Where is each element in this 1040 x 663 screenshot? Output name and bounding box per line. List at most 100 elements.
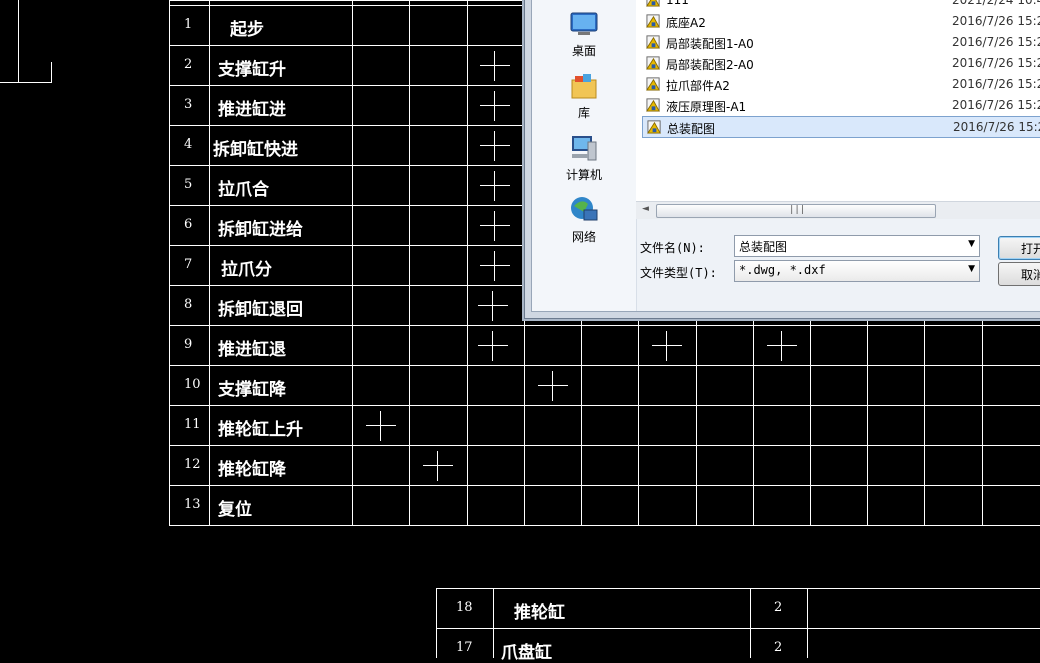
step-number: 13: [184, 497, 201, 512]
dwg-file-icon: [647, 119, 662, 134]
step-number: 12: [184, 457, 201, 472]
file-date: 2016/7/26 15:22: [952, 35, 1040, 49]
file-row[interactable]: 液压原理图-A1 2016/7/26 15:22: [642, 95, 1040, 115]
dwg-file-icon: [646, 76, 661, 91]
dwg-file-icon: [646, 0, 661, 7]
step-number: 3: [184, 97, 193, 112]
cross-mark: [480, 171, 510, 201]
open-button[interactable]: 打开: [998, 236, 1040, 260]
step-number: 5: [184, 177, 193, 192]
step-label: 复位: [218, 500, 252, 520]
part-quantity: 2: [774, 600, 783, 615]
horizontal-scrollbar[interactable]: ◄ |||: [636, 201, 1040, 219]
desktop-icon: [568, 8, 600, 40]
place-desktop[interactable]: 桌面: [532, 8, 636, 59]
place-label: 网络: [571, 230, 596, 244]
part-name: 爪盘缸: [501, 643, 552, 663]
table-column-line: [493, 588, 494, 658]
step-number: 1: [184, 17, 193, 32]
computer-icon: [568, 132, 600, 164]
dialog-body: 桌面库计算机网络 111 2021/2/24 10:49 底座A2 2016/7/26…: [531, 0, 1040, 312]
file-row[interactable]: 111 2021/2/24 10:49: [642, 0, 1040, 10]
place-library[interactable]: 库: [532, 70, 636, 121]
table-column-line: [750, 588, 751, 658]
network-icon: [568, 194, 600, 226]
file-list: 1112021/2/24 10:49底座A22016/7/26 15:22局部装…: [636, 0, 1040, 204]
scrollbar-thumb[interactable]: |||: [656, 204, 936, 218]
filetype-label: 文件类型(T):: [640, 266, 717, 280]
step-number: 8: [184, 297, 193, 312]
step-label: 支撑缸升: [218, 60, 286, 80]
place-network[interactable]: 网络: [532, 194, 636, 245]
cross-mark: [652, 331, 682, 361]
step-label: 支撑缸降: [218, 380, 286, 400]
dwg-file-icon: [646, 55, 661, 70]
step-label: 推轮缸上升: [218, 420, 303, 440]
part-number: 17: [456, 640, 473, 655]
filename-combobox[interactable]: 总装配图 ▼: [734, 235, 980, 257]
filename-label: 文件名(N):: [640, 241, 705, 255]
filename-value: 总装配图: [739, 240, 788, 254]
file-row[interactable]: 局部装配图1-A0 2016/7/26 15:22: [642, 32, 1040, 52]
file-date: 2016/7/26 15:22: [952, 98, 1040, 112]
file-date: 2016/7/26 15:22: [952, 14, 1040, 28]
cancel-button-label: 取消: [1021, 268, 1040, 282]
file-row[interactable]: 拉爪部件A2 2016/7/26 15:22: [642, 74, 1040, 94]
step-number: 4: [184, 137, 193, 152]
cross-mark: [366, 411, 396, 441]
file-date: 2016/7/26 15:22: [952, 77, 1040, 91]
library-icon: [568, 70, 600, 102]
file-date: 2016/7/26 15:22: [953, 120, 1040, 134]
cross-mark: [480, 211, 510, 241]
file-row[interactable]: 总装配图 2016/7/26 15:22: [642, 116, 1040, 138]
step-number: 2: [184, 57, 193, 72]
cad-line: [18, 0, 19, 82]
step-label: 推进缸退: [218, 340, 286, 360]
cross-mark: [478, 331, 508, 361]
place-label: 库: [577, 106, 590, 120]
table-row-line: [169, 445, 1040, 446]
step-number: 11: [184, 417, 201, 432]
table-row-line: [436, 588, 1040, 589]
table-row-line: [169, 525, 1040, 526]
cad-line: [0, 82, 52, 83]
cross-mark: [767, 331, 797, 361]
file-name: 底座A2: [666, 16, 706, 30]
file-row[interactable]: 底座A2 2016/7/26 15:22: [642, 11, 1040, 31]
table-column-line: [409, 0, 410, 526]
cancel-button[interactable]: 取消: [998, 262, 1040, 286]
step-number: 6: [184, 217, 193, 232]
step-label: 拉爪合: [218, 180, 269, 200]
part-name: 推轮缸: [514, 603, 565, 623]
file-name: 拉爪部件A2: [666, 79, 730, 93]
table-row-line: [169, 405, 1040, 406]
step-label: 拆卸缸进给: [218, 220, 303, 240]
place-label: 计算机: [565, 168, 602, 182]
part-number: 18: [456, 600, 473, 615]
table-column-line: [807, 588, 808, 658]
place-computer[interactable]: 计算机: [532, 132, 636, 183]
chevron-down-icon[interactable]: ▼: [968, 239, 975, 249]
cross-mark: [480, 131, 510, 161]
step-label: 推进缸进: [218, 100, 286, 120]
step-label: 起步: [230, 20, 264, 40]
places-bar: 桌面库计算机 网络: [532, 0, 637, 311]
cad-line: [51, 62, 52, 83]
cross-mark: [480, 251, 510, 281]
open-button-label: 打开: [1021, 242, 1040, 256]
file-row[interactable]: 局部装配图2-A0 2016/7/26 15:22: [642, 53, 1040, 73]
filetype-combobox[interactable]: *.dwg, *.dxf ▼: [734, 260, 980, 282]
file-name: 局部装配图1-A0: [666, 37, 754, 51]
scroll-left-icon[interactable]: ◄: [642, 204, 649, 214]
file-name: 局部装配图2-A0: [666, 58, 754, 72]
step-label: 拉爪分: [221, 260, 272, 280]
table-column-line: [209, 0, 210, 526]
chevron-down-icon[interactable]: ▼: [968, 264, 975, 274]
cross-mark: [423, 451, 453, 481]
step-label: 拆卸缸快进: [213, 140, 298, 160]
dwg-file-icon: [646, 13, 661, 28]
table-row-line: [169, 325, 1040, 326]
filetype-value: *.dwg, *.dxf: [739, 263, 826, 277]
step-number: 7: [184, 257, 193, 272]
table-column-line: [436, 588, 437, 658]
